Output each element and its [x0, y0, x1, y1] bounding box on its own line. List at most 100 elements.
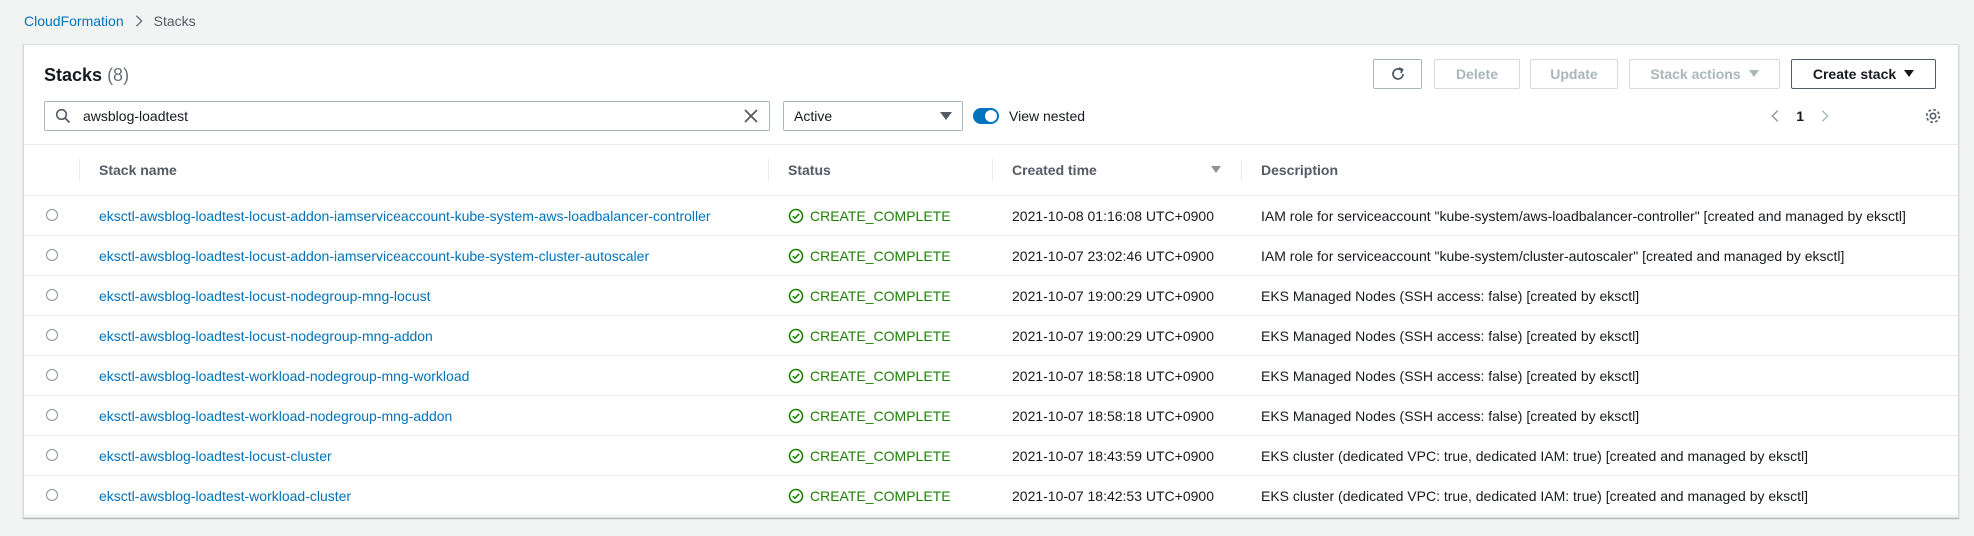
column-header-description[interactable]: Description [1241, 144, 1958, 196]
description-cell: EKS cluster (dedicated VPC: true, dedica… [1241, 475, 1958, 516]
pagination: 1 [1768, 101, 1832, 131]
row-select-cell [24, 195, 79, 236]
sort-descending-icon[interactable] [1211, 166, 1221, 174]
status-text: CREATE_COMPLETE [810, 327, 951, 344]
column-header-status[interactable]: Status [768, 144, 992, 196]
stack-actions-button[interactable]: Stack actions [1629, 59, 1780, 89]
page-number[interactable]: 1 [1796, 108, 1804, 124]
delete-button[interactable]: Delete [1434, 59, 1520, 89]
row-radio-button[interactable] [45, 208, 58, 221]
chevron-right-icon[interactable] [1818, 109, 1832, 123]
table-row[interactable]: eksctl-awsblog-loadtest-locust-nodegroup… [24, 275, 1958, 316]
breadcrumb: CloudFormation Stacks [24, 11, 196, 31]
status-cell: CREATE_COMPLETE [768, 395, 992, 436]
created-time-cell: 2021-10-08 01:16:08 UTC+0900 [992, 195, 1241, 236]
chevron-left-icon[interactable] [1768, 109, 1782, 123]
stack-name-link[interactable]: eksctl-awsblog-loadtest-workload-nodegro… [99, 368, 469, 384]
view-nested-toggle[interactable]: View nested [973, 106, 1085, 126]
created-time-cell: 2021-10-07 19:00:29 UTC+0900 [992, 275, 1241, 316]
row-radio-button[interactable] [45, 288, 58, 301]
refresh-button[interactable] [1373, 59, 1422, 89]
table-row[interactable]: eksctl-awsblog-loadtest-workload-nodegro… [24, 355, 1958, 396]
stack-name-link[interactable]: eksctl-awsblog-loadtest-locust-cluster [99, 448, 332, 464]
status-text: CREATE_COMPLETE [810, 287, 951, 304]
row-select-cell [24, 395, 79, 436]
caret-down-icon [1904, 70, 1915, 77]
status-cell: CREATE_COMPLETE [768, 195, 992, 236]
table-row[interactable]: eksctl-awsblog-loadtest-workload-cluster… [24, 475, 1958, 516]
row-select-cell [24, 315, 79, 356]
status-filter-select[interactable]: Active [783, 101, 963, 131]
create-stack-button[interactable]: Create stack [1791, 59, 1936, 89]
status-cell: CREATE_COMPLETE [768, 355, 992, 396]
stacks-panel: Stacks (8) Delete Update Stack actions C… [23, 44, 1959, 518]
row-select-cell [24, 235, 79, 276]
created-time-cell: 2021-10-07 23:02:46 UTC+0900 [992, 235, 1241, 276]
row-radio-button[interactable] [45, 368, 58, 381]
created-time-cell: 2021-10-07 18:42:53 UTC+0900 [992, 475, 1241, 516]
stack-name-link[interactable]: eksctl-awsblog-loadtest-locust-nodegroup… [99, 328, 433, 344]
stack-name-link[interactable]: eksctl-awsblog-loadtest-workload-cluster [99, 488, 351, 504]
caret-down-icon [1748, 70, 1759, 77]
status-cell: CREATE_COMPLETE [768, 435, 992, 476]
toggle-switch[interactable] [973, 108, 999, 124]
created-time-cell: 2021-10-07 18:58:18 UTC+0900 [992, 395, 1241, 436]
created-time-cell: 2021-10-07 18:43:59 UTC+0900 [992, 435, 1241, 476]
stack-name-link[interactable]: eksctl-awsblog-loadtest-locust-addon-iam… [99, 208, 711, 224]
description-cell: EKS Managed Nodes (SSH access: false) [c… [1241, 315, 1958, 356]
stack-name-cell: eksctl-awsblog-loadtest-workload-nodegro… [79, 355, 768, 396]
stack-name-cell: eksctl-awsblog-loadtest-locust-nodegroup… [79, 315, 768, 356]
breadcrumb-cloudformation-link[interactable]: CloudFormation [24, 13, 124, 29]
page-title: Stacks (8) [44, 65, 129, 86]
status-success-icon [788, 288, 804, 303]
status-filter-value: Active [794, 108, 833, 124]
refresh-icon [1391, 67, 1404, 80]
row-radio-button[interactable] [45, 408, 58, 421]
row-radio-button[interactable] [45, 488, 58, 501]
search-input[interactable] [81, 102, 743, 130]
stacks-table: Stack name Status Created time Descripti… [24, 144, 1958, 516]
caret-down-icon [940, 112, 952, 120]
stack-count: (8) [107, 65, 130, 85]
close-icon[interactable] [743, 108, 759, 124]
update-button[interactable]: Update [1530, 59, 1618, 89]
column-header-stack-name[interactable]: Stack name [79, 144, 768, 196]
breadcrumb-current: Stacks [153, 13, 196, 29]
status-success-icon [788, 488, 804, 503]
row-radio-button[interactable] [45, 448, 58, 461]
status-text: CREATE_COMPLETE [810, 447, 951, 464]
row-radio-button[interactable] [45, 328, 58, 341]
column-header-created-time[interactable]: Created time [992, 144, 1241, 196]
status-success-icon [788, 448, 804, 463]
gear-icon[interactable] [1924, 107, 1942, 125]
table-row[interactable]: eksctl-awsblog-loadtest-workload-nodegro… [24, 395, 1958, 436]
description-cell: EKS cluster (dedicated VPC: true, dedica… [1241, 435, 1958, 476]
stack-name-cell: eksctl-awsblog-loadtest-workload-cluster [79, 475, 768, 516]
create-stack-label: Create stack [1812, 66, 1897, 82]
table-row[interactable]: eksctl-awsblog-loadtest-locust-addon-iam… [24, 195, 1958, 236]
panel-title-text: Stacks [44, 65, 103, 85]
status-success-icon [788, 328, 804, 343]
status-text: CREATE_COMPLETE [810, 407, 951, 424]
search-field [44, 101, 770, 131]
status-text: CREATE_COMPLETE [810, 487, 951, 504]
stack-name-cell: eksctl-awsblog-loadtest-workload-nodegro… [79, 395, 768, 436]
stack-name-link[interactable]: eksctl-awsblog-loadtest-locust-nodegroup… [99, 288, 431, 304]
status-success-icon [788, 408, 804, 423]
row-select-cell [24, 475, 79, 516]
stack-name-link[interactable]: eksctl-awsblog-loadtest-workload-nodegro… [99, 408, 452, 424]
status-cell: CREATE_COMPLETE [768, 315, 992, 356]
created-time-cell: 2021-10-07 19:00:29 UTC+0900 [992, 315, 1241, 356]
description-cell: EKS Managed Nodes (SSH access: false) [c… [1241, 275, 1958, 316]
status-success-icon [788, 208, 804, 223]
table-row[interactable]: eksctl-awsblog-loadtest-locust-addon-iam… [24, 235, 1958, 276]
created-time-cell: 2021-10-07 18:58:18 UTC+0900 [992, 355, 1241, 396]
status-success-icon [788, 248, 804, 263]
stack-name-cell: eksctl-awsblog-loadtest-locust-addon-iam… [79, 195, 768, 236]
description-cell: IAM role for serviceaccount "kube-system… [1241, 235, 1958, 276]
description-cell: EKS Managed Nodes (SSH access: false) [c… [1241, 395, 1958, 436]
stack-name-link[interactable]: eksctl-awsblog-loadtest-locust-addon-iam… [99, 248, 649, 264]
table-row[interactable]: eksctl-awsblog-loadtest-locust-cluster CR… [24, 435, 1958, 476]
row-radio-button[interactable] [45, 248, 58, 261]
table-row[interactable]: eksctl-awsblog-loadtest-locust-nodegroup… [24, 315, 1958, 356]
